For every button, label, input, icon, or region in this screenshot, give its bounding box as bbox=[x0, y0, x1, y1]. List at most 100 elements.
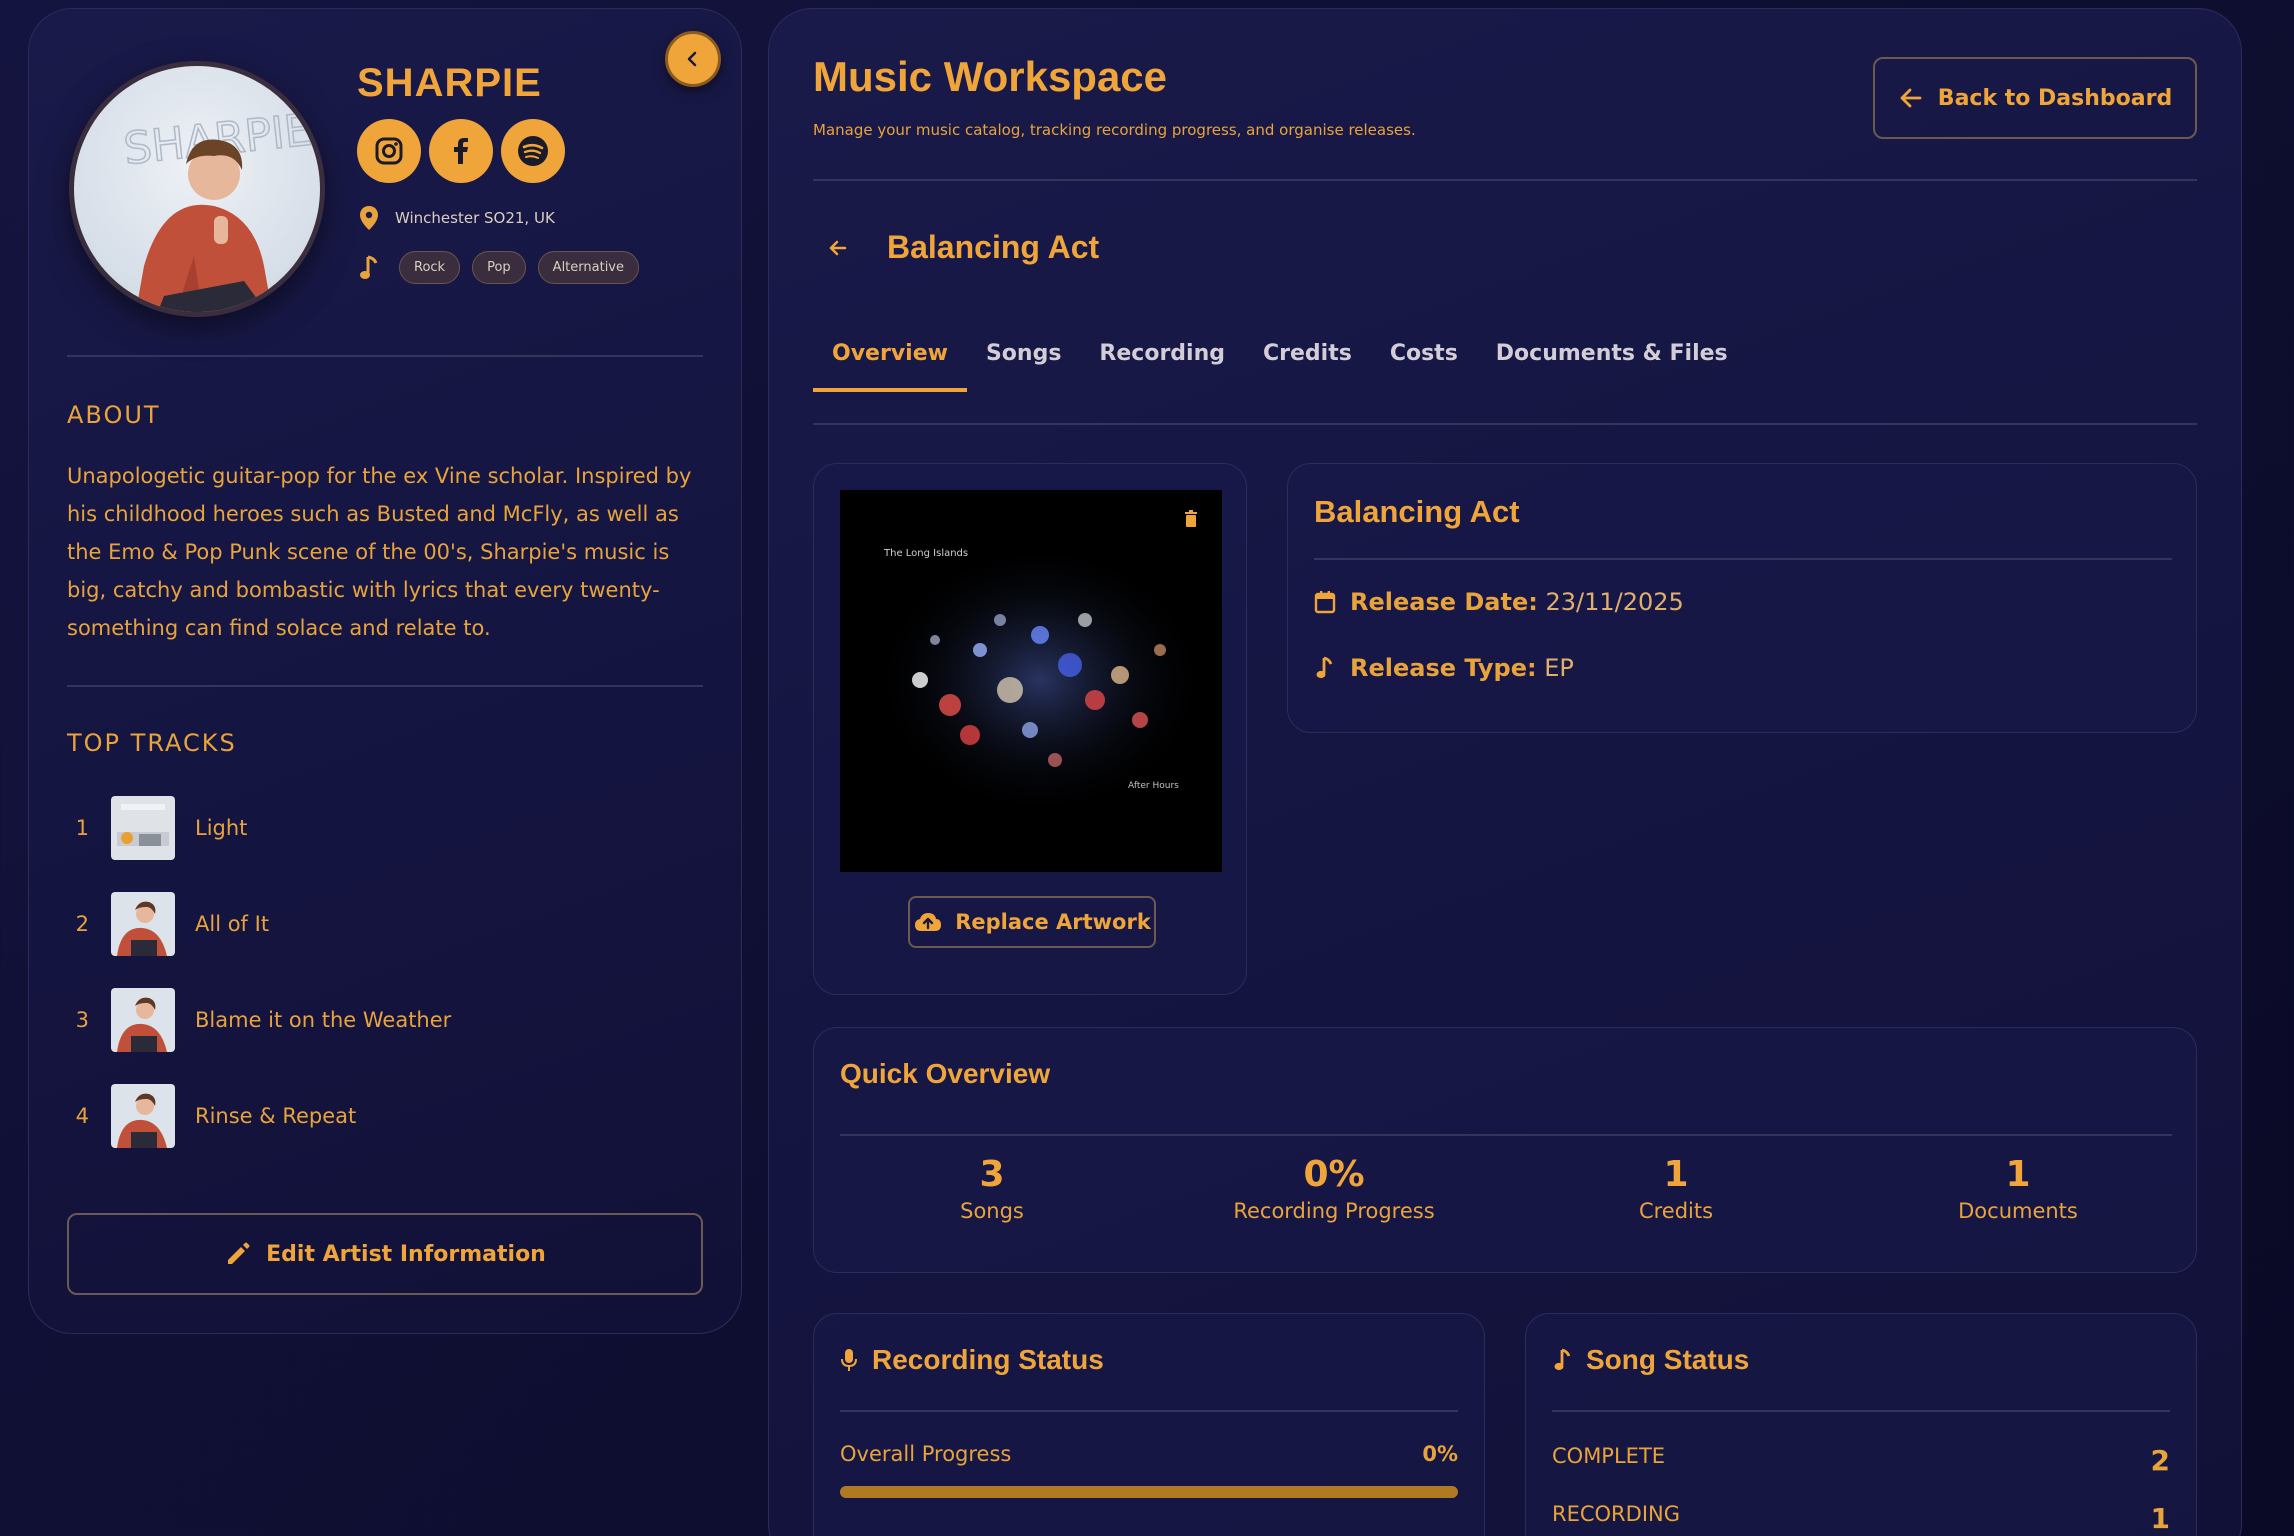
back-arrow-icon[interactable] bbox=[823, 233, 853, 263]
stat-value: 3 bbox=[979, 1154, 1005, 1195]
music-note-icon bbox=[1554, 1348, 1571, 1371]
track-item[interactable]: 1 Light bbox=[67, 795, 247, 861]
page-title: Music Workspace bbox=[813, 53, 1168, 100]
artwork-card: The Long Islands After Hours Replace Art… bbox=[813, 463, 1247, 995]
song-status-title: Song Status bbox=[1586, 1344, 1750, 1375]
artwork-text-bottom: After Hours bbox=[1128, 781, 1179, 791]
instagram-button[interactable] bbox=[357, 119, 421, 183]
chevron-left-icon bbox=[687, 51, 697, 67]
facebook-button[interactable] bbox=[429, 119, 493, 183]
back-to-dashboard-button[interactable]: Back to Dashboard bbox=[1873, 57, 2197, 139]
tab-songs[interactable]: Songs bbox=[967, 323, 1080, 392]
song-status-card: Song Status COMPLETE 2 RECORDING 1 bbox=[1525, 1313, 2197, 1536]
music-note-icon bbox=[1316, 656, 1333, 679]
replace-artwork-label: Replace Artwork bbox=[955, 910, 1151, 934]
divider bbox=[1552, 1410, 2170, 1412]
song-status-header: Song Status bbox=[1552, 1344, 1749, 1376]
status-count: 2 bbox=[2150, 1444, 2170, 1477]
track-title: Blame it on the Weather bbox=[195, 1008, 452, 1032]
stat-value: 1 bbox=[2005, 1154, 2031, 1195]
status-count: 1 bbox=[2150, 1502, 2170, 1535]
track-title: Rinse & Repeat bbox=[195, 1104, 357, 1128]
stat-label: Recording Progress bbox=[1233, 1199, 1435, 1223]
song-status-row: RECORDING 1 bbox=[1552, 1502, 2170, 1535]
stat-label: Documents bbox=[1958, 1199, 2078, 1223]
location-pin-icon bbox=[360, 206, 378, 230]
pencil-icon bbox=[228, 1242, 250, 1264]
artwork-text-top: The Long Islands bbox=[883, 548, 968, 559]
track-number: 3 bbox=[75, 1008, 89, 1032]
status-label: COMPLETE bbox=[1552, 1444, 1666, 1468]
stat-credits: 1 Credits bbox=[1526, 1154, 1826, 1223]
tab-costs[interactable]: Costs bbox=[1371, 323, 1477, 392]
song-status-row: COMPLETE 2 bbox=[1552, 1444, 2170, 1477]
overall-progress-bar bbox=[840, 1486, 1458, 1498]
track-thumbnail bbox=[111, 892, 175, 956]
overall-progress-row: Overall Progress 0% bbox=[840, 1442, 1458, 1466]
track-title: Light bbox=[195, 816, 248, 840]
edit-artist-label: Edit Artist Information bbox=[266, 1241, 546, 1267]
track-number: 1 bbox=[75, 816, 89, 840]
tab-credits[interactable]: Credits bbox=[1244, 323, 1371, 392]
track-title: All of It bbox=[195, 912, 270, 936]
genre-list: Rock Pop Alternative bbox=[359, 251, 639, 284]
artist-panel: SHARPIE SHARPIE Winchester SO21, UK Rock… bbox=[28, 8, 742, 1334]
arrow-left-icon bbox=[1900, 88, 1922, 108]
track-thumbnail bbox=[111, 1084, 175, 1148]
edit-artist-button[interactable]: Edit Artist Information bbox=[67, 1213, 703, 1295]
divider bbox=[813, 423, 2197, 425]
artist-name: SHARPIE bbox=[357, 61, 542, 105]
stat-documents: 1 Documents bbox=[1868, 1154, 2168, 1223]
track-number: 2 bbox=[75, 912, 89, 936]
replace-artwork-button[interactable]: Replace Artwork bbox=[908, 896, 1156, 948]
track-item[interactable]: 3 Blame it on the Weather bbox=[67, 987, 451, 1053]
divider bbox=[67, 355, 703, 357]
social-links bbox=[357, 119, 565, 183]
genre-chip: Pop bbox=[472, 251, 526, 284]
divider bbox=[840, 1134, 2172, 1136]
workspace-panel: Music Workspace Manage your music catalo… bbox=[768, 8, 2242, 1536]
track-item[interactable]: 4 Rinse & Repeat bbox=[67, 1083, 356, 1149]
stat-songs: 3 Songs bbox=[842, 1154, 1142, 1223]
release-info-title: Balancing Act bbox=[1314, 494, 1520, 529]
recording-status-header: Recording Status bbox=[840, 1344, 1104, 1376]
back-to-dashboard-label: Back to Dashboard bbox=[1937, 85, 2173, 111]
instagram-icon bbox=[375, 137, 403, 165]
calendar-icon bbox=[1314, 591, 1336, 614]
divider bbox=[1314, 558, 2172, 560]
artist-avatar: SHARPIE bbox=[69, 61, 325, 317]
spotify-button[interactable] bbox=[501, 119, 565, 183]
tab-overview[interactable]: Overview bbox=[813, 323, 967, 392]
spotify-icon bbox=[518, 136, 548, 166]
divider bbox=[67, 685, 703, 687]
release-header: Balancing Act bbox=[813, 229, 1099, 266]
divider bbox=[840, 1410, 1458, 1412]
tab-documents[interactable]: Documents & Files bbox=[1477, 323, 1747, 392]
stat-value: 0% bbox=[1303, 1154, 1365, 1195]
stat-label: Credits bbox=[1638, 1199, 1714, 1223]
microphone-icon bbox=[841, 1349, 857, 1371]
release-info-card: Balancing Act Release Date: 23/11/2025 R… bbox=[1287, 463, 2197, 733]
release-date-value: 23/11/2025 bbox=[1545, 588, 1684, 616]
release-type-value: EP bbox=[1544, 654, 1574, 682]
stat-label: Songs bbox=[960, 1199, 1024, 1223]
release-date-row: Release Date: 23/11/2025 bbox=[1314, 588, 1684, 616]
cloud-upload-icon bbox=[915, 913, 942, 931]
artist-location: Winchester SO21, UK bbox=[359, 205, 555, 231]
track-thumbnail bbox=[111, 796, 175, 860]
genre-chip: Alternative bbox=[537, 251, 639, 284]
collapse-panel-button[interactable] bbox=[665, 31, 721, 87]
trash-icon[interactable] bbox=[1184, 510, 1198, 528]
overall-progress-value: 0% bbox=[1422, 1442, 1458, 1466]
recording-status-title: Recording Status bbox=[872, 1344, 1104, 1375]
release-artwork: The Long Islands After Hours bbox=[840, 490, 1222, 872]
tab-recording[interactable]: Recording bbox=[1080, 323, 1244, 392]
quick-overview-title: Quick Overview bbox=[840, 1058, 1051, 1089]
track-item[interactable]: 2 All of It bbox=[67, 891, 269, 957]
track-thumbnail bbox=[111, 988, 175, 1052]
about-text: Unapologetic guitar-pop for the ex Vine … bbox=[67, 464, 692, 640]
stat-value: 1 bbox=[1663, 1154, 1689, 1195]
status-label: RECORDING bbox=[1552, 1502, 1680, 1526]
stat-recording-progress: 0% Recording Progress bbox=[1184, 1154, 1484, 1223]
location-text: Winchester SO21, UK bbox=[395, 209, 555, 227]
